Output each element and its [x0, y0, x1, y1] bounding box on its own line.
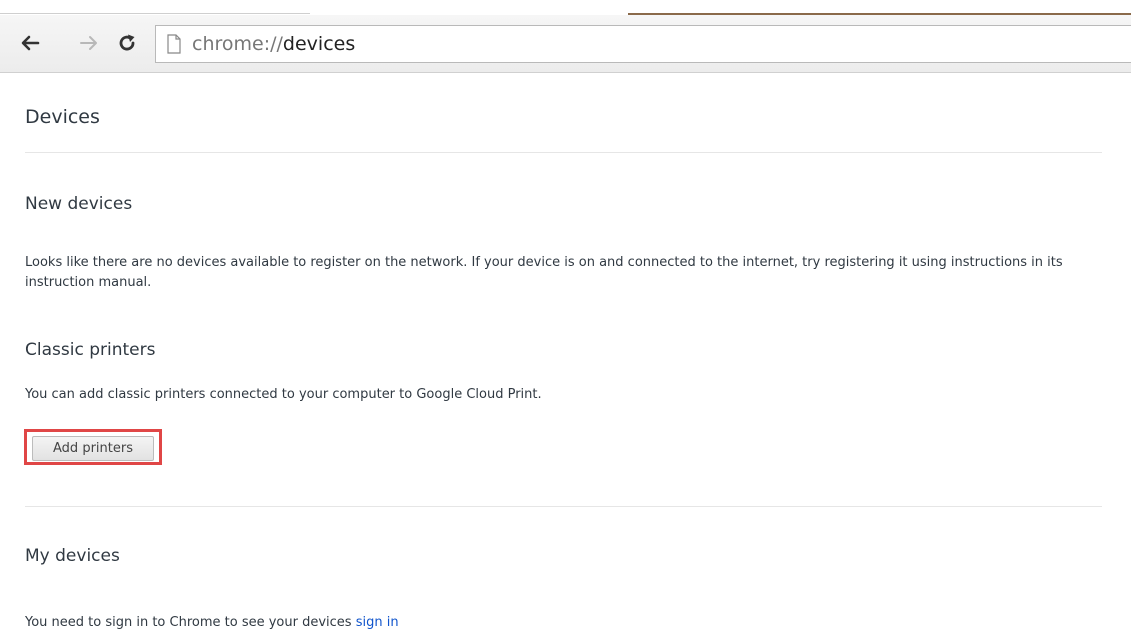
classic-printers-heading: Classic printers — [25, 340, 156, 360]
reload-button[interactable] — [115, 31, 139, 55]
my-devices-text: You need to sign in to Chrome to see you… — [25, 613, 1125, 633]
my-devices-message: You need to sign in to Chrome to see you… — [25, 615, 352, 630]
forward-arrow-icon — [80, 36, 97, 50]
classic-printers-text: You can add classic printers connected t… — [25, 387, 542, 402]
divider — [25, 152, 1102, 153]
url-host: devices — [282, 33, 356, 55]
page-icon — [167, 34, 181, 54]
new-devices-text: Looks like there are no devices availabl… — [25, 255, 1063, 290]
my-devices-heading: My devices — [25, 546, 120, 566]
new-devices-heading: New devices — [25, 194, 133, 214]
back-button[interactable] — [18, 31, 42, 55]
forward-button[interactable] — [77, 31, 101, 55]
address-bar[interactable]: chrome://devices — [155, 25, 1131, 63]
url-scheme: chrome:// — [192, 33, 283, 55]
add-printers-button[interactable]: Add printers — [32, 436, 154, 461]
back-arrow-icon — [21, 35, 40, 51]
reload-icon — [119, 34, 135, 51]
page-title: Devices — [25, 106, 100, 128]
sign-in-link[interactable]: sign in — [356, 615, 399, 630]
add-printers-highlight: Add printers — [24, 429, 162, 465]
url-text[interactable]: chrome://devices — [192, 33, 355, 55]
tab-edge — [0, 13, 310, 14]
divider — [25, 506, 1102, 507]
browser-toolbar: chrome://devices — [0, 15, 1131, 73]
